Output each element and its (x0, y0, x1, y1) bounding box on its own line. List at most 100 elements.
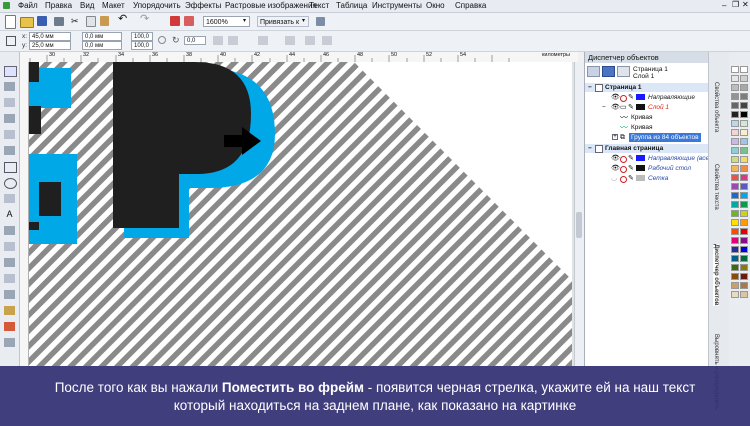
save-icon[interactable] (37, 16, 47, 26)
open-folder-icon[interactable] (20, 17, 34, 28)
eye-icon[interactable]: 👁 (611, 93, 620, 102)
scrollbar-thumb[interactable] (576, 212, 582, 238)
menu-bitmaps[interactable]: Растровые изображения (225, 1, 317, 11)
zoom-tool-icon[interactable] (4, 114, 15, 123)
position-anchor-icon[interactable] (6, 36, 16, 46)
angle-field[interactable]: 0,0 (184, 36, 206, 45)
ellipse-tool-icon[interactable] (4, 178, 17, 189)
shape-tool-icon[interactable] (4, 82, 15, 91)
menu-arrange[interactable]: Упорядочить (133, 1, 181, 11)
tree-master-guides[interactable]: 👁 ✎ Направляющие (все ст (585, 154, 720, 163)
export-icon[interactable] (184, 16, 194, 26)
eye-icon[interactable]: 👁 (611, 164, 620, 173)
printer-icon[interactable]: ▭ (620, 103, 627, 112)
combine-icon[interactable] (322, 36, 332, 45)
swatch-blue[interactable] (740, 246, 748, 253)
swatch-red[interactable] (740, 228, 748, 235)
dimension-tool-icon[interactable] (4, 242, 15, 251)
layer-manager-view-icon[interactable] (602, 66, 615, 77)
swatch[interactable] (740, 210, 748, 217)
group-icon[interactable] (285, 36, 295, 45)
polygon-tool-icon[interactable] (4, 194, 15, 203)
swatch[interactable] (731, 75, 739, 82)
swatch-black[interactable] (740, 111, 748, 118)
mirror-vertical-icon[interactable] (228, 36, 238, 45)
height-field[interactable]: 0,0 мм (82, 41, 122, 50)
tree-guides-layer[interactable]: 👁 ✎ Направляющие (585, 93, 709, 102)
swatch[interactable] (731, 120, 739, 127)
print-disabled-icon[interactable] (620, 176, 627, 183)
menu-view[interactable]: Вид (80, 1, 94, 11)
menu-tools[interactable]: Инструменты (372, 1, 422, 11)
tree-master-page[interactable]: − Главная страница (585, 144, 709, 153)
eye-closed-icon[interactable]: ◡ (611, 174, 617, 183)
menu-effects[interactable]: Эффекты (185, 1, 221, 11)
swatch[interactable] (740, 201, 748, 208)
pencil-icon[interactable]: ✎ (628, 103, 634, 112)
tree-curve-2[interactable]: 〰 Кривая (585, 123, 709, 132)
print-disabled-icon[interactable] (620, 95, 627, 102)
swatch[interactable] (731, 291, 739, 298)
swatch[interactable] (740, 102, 748, 109)
menu-layout[interactable]: Макет (102, 1, 125, 11)
swatch[interactable] (740, 156, 748, 163)
paste-icon[interactable] (100, 16, 109, 26)
swatch[interactable] (731, 183, 739, 190)
swatch[interactable] (731, 138, 739, 145)
swatch[interactable] (740, 147, 748, 154)
drawing-canvas[interactable] (29, 62, 574, 366)
swatch[interactable] (740, 93, 748, 100)
tree-curve-1[interactable]: 〰 Кривая (585, 113, 709, 122)
swatch[interactable] (740, 129, 748, 136)
redo-icon[interactable]: ↷ (140, 14, 152, 26)
blend-tool-icon[interactable] (4, 274, 15, 283)
tree-group-84[interactable]: + ⧉ Группа из 84 объектов (585, 133, 709, 142)
swatch[interactable] (731, 174, 739, 181)
menu-edit[interactable]: Правка (45, 1, 72, 11)
tree-desktop[interactable]: 👁 ✎ Рабочий стол (585, 164, 709, 173)
swatch[interactable] (731, 93, 739, 100)
swatch-yellow[interactable] (731, 219, 739, 226)
swatch[interactable] (731, 156, 739, 163)
swatch-white[interactable] (740, 66, 748, 73)
swatch[interactable] (740, 165, 748, 172)
lock-ratio-icon[interactable] (158, 36, 166, 44)
scale-height-field[interactable]: 100,0 (131, 41, 153, 50)
eye-icon[interactable]: 👁 (611, 154, 620, 163)
table-tool-icon[interactable] (4, 226, 15, 235)
crop-tool-icon[interactable] (4, 98, 15, 107)
swatch[interactable] (731, 192, 739, 199)
new-document-icon[interactable] (5, 15, 16, 29)
swatch[interactable] (731, 264, 739, 271)
tab-object-properties[interactable]: Свойства объекта (713, 82, 719, 132)
swatch[interactable] (740, 282, 748, 289)
convert-to-curves-icon[interactable] (258, 36, 268, 45)
swatch[interactable] (740, 237, 748, 244)
swatch[interactable] (740, 255, 748, 262)
swatch[interactable] (740, 264, 748, 271)
show-properties-icon[interactable] (587, 66, 600, 77)
outline-tool-icon[interactable] (4, 306, 15, 315)
pencil-icon[interactable]: ✎ (628, 154, 634, 163)
rotate-icon[interactable]: ↻ (172, 35, 180, 46)
pick-tool-icon[interactable] (4, 66, 17, 77)
cut-icon[interactable]: ✂ (71, 16, 81, 26)
fill-tool-icon[interactable] (4, 322, 15, 331)
tab-text-properties[interactable]: Свойства текста (713, 164, 719, 210)
swatch[interactable] (731, 255, 739, 262)
swatch-none[interactable] (731, 66, 739, 73)
swatch[interactable] (740, 75, 748, 82)
swatch[interactable] (740, 273, 748, 280)
scale-width-field[interactable]: 100,0 (131, 32, 153, 41)
copy-icon[interactable] (86, 16, 96, 27)
swatch[interactable] (731, 165, 739, 172)
x-position-field[interactable]: 45,0 мм (29, 32, 71, 41)
swatch[interactable] (731, 273, 739, 280)
vertical-ruler[interactable] (20, 62, 29, 366)
menu-window[interactable]: Окно (426, 1, 445, 11)
ungroup-icon[interactable] (305, 36, 315, 45)
print-disabled-icon[interactable] (620, 166, 627, 173)
swatch-magenta[interactable] (731, 237, 739, 244)
tree-layer-1[interactable]: − 👁 ▭ ✎ Слой 1 (585, 103, 709, 112)
swatch[interactable] (731, 282, 739, 289)
